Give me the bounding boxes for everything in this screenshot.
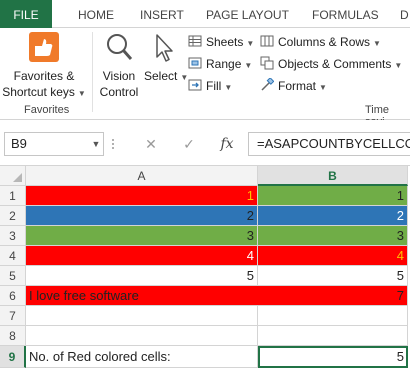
- column-header-a[interactable]: A: [26, 166, 258, 186]
- cell-a3[interactable]: 3: [26, 226, 258, 246]
- cell-b7[interactable]: [258, 306, 408, 326]
- tab-home[interactable]: HOME: [78, 0, 114, 28]
- worksheet-grid: A B 1 1 1 2 2 2 3 3 3 4 4 4 5 5 5 6 I lo…: [0, 166, 410, 377]
- tab-file[interactable]: FILE: [0, 0, 52, 28]
- row-header-5[interactable]: 5: [0, 266, 26, 286]
- cell-b2[interactable]: 2: [258, 206, 408, 226]
- cell-a8[interactable]: [26, 326, 258, 346]
- cell-b5[interactable]: 5: [258, 266, 408, 286]
- cell-a4[interactable]: 4: [26, 246, 258, 266]
- sheets-label: Sheets: [206, 35, 244, 49]
- name-box[interactable]: B9 ▼: [4, 132, 104, 156]
- select-label: Select: [144, 69, 178, 83]
- cell-b8[interactable]: [258, 326, 408, 346]
- cell-a5[interactable]: 5: [26, 266, 258, 286]
- chevron-down-icon: ▼: [224, 83, 233, 92]
- format-menu-button[interactable]: Format ▼: [260, 76, 327, 96]
- cell-a9[interactable]: No. of Red colored cells:: [26, 346, 258, 368]
- cell-b6[interactable]: 7: [258, 286, 408, 306]
- fill-icon: [188, 78, 202, 92]
- chevron-down-icon: ▼: [246, 39, 255, 48]
- chevron-down-icon: ▼: [394, 61, 403, 70]
- tab-page-layout[interactable]: PAGE LAYOUT: [206, 0, 289, 28]
- row-header-3[interactable]: 3: [0, 226, 26, 246]
- favorites-group-label: Favorites: [24, 104, 70, 116]
- cancel-icon[interactable]: ✕: [140, 132, 162, 156]
- format-brush-icon: [260, 77, 275, 92]
- format-label: Format: [278, 79, 317, 93]
- chevron-down-icon: ▼: [77, 89, 86, 98]
- fill-label: Fill: [206, 79, 222, 93]
- favorites-label-line2: Shortcut keys: [2, 85, 75, 99]
- row-header-2[interactable]: 2: [0, 206, 26, 226]
- row-header-1[interactable]: 1: [0, 186, 26, 206]
- cell-a7[interactable]: [26, 306, 258, 326]
- magnifier-icon: [104, 32, 134, 64]
- select-button[interactable]: Select ▼: [144, 32, 188, 86]
- tab-data[interactable]: D: [400, 0, 409, 28]
- range-icon: [188, 56, 202, 70]
- objects-comments-icon: [260, 56, 274, 70]
- range-label: Range: [206, 57, 242, 71]
- range-menu-button[interactable]: Range ▼: [188, 54, 252, 74]
- cell-b3[interactable]: 3: [258, 226, 408, 246]
- cell-b9[interactable]: 5: [258, 346, 408, 368]
- vision-control-button[interactable]: Vision Control: [96, 32, 142, 100]
- row-header-4[interactable]: 4: [0, 246, 26, 266]
- row-header-6[interactable]: 6: [0, 286, 26, 306]
- favorites-icon: [29, 32, 59, 62]
- columns-rows-menu-button[interactable]: Columns & Rows ▼: [260, 32, 381, 52]
- cell-a6[interactable]: I love free software: [26, 286, 258, 306]
- row-header-9[interactable]: 9: [0, 346, 26, 368]
- favorites-shortcut-keys-button[interactable]: Favorites & Shortcut keys ▼: [2, 32, 86, 102]
- formula-bar: B9 ▼ ✕ ✓ fx =ASAPCOUNTBYCELLCOL: [0, 120, 410, 166]
- vision-label-line1: Vision: [102, 69, 136, 83]
- cell-a1[interactable]: 1: [26, 186, 258, 206]
- group-divider: [92, 32, 93, 112]
- row-header-8[interactable]: 8: [0, 326, 26, 346]
- columns-rows-label: Columns & Rows: [278, 35, 371, 49]
- row-header-7[interactable]: 7: [0, 306, 26, 326]
- tab-formulas[interactable]: FORMULAS: [312, 0, 379, 28]
- cell-b1[interactable]: 1: [258, 186, 408, 206]
- select-all-button[interactable]: [0, 166, 26, 186]
- chevron-down-icon[interactable]: ▼: [89, 133, 103, 155]
- chevron-down-icon: ▼: [244, 61, 253, 70]
- column-header-b[interactable]: B: [258, 166, 408, 186]
- cell-a2[interactable]: 2: [26, 206, 258, 226]
- objects-comments-label: Objects & Comments: [278, 57, 392, 71]
- chevron-down-icon: ▼: [373, 39, 381, 48]
- columns-rows-icon: [260, 34, 274, 48]
- formula-bar-grip-icon[interactable]: [110, 134, 116, 154]
- tab-insert[interactable]: INSERT: [140, 0, 184, 28]
- ribbon-tab-bar: FILE HOME INSERT PAGE LAYOUT FORMULAS D: [0, 0, 410, 28]
- insert-function-icon[interactable]: fx: [216, 132, 238, 156]
- ribbon: Favorites & Shortcut keys ▼ Favorites Vis…: [0, 28, 410, 128]
- fill-menu-button[interactable]: Fill ▼: [188, 76, 232, 96]
- vision-label-line2: Control: [99, 85, 139, 99]
- objects-comments-menu-button[interactable]: Objects & Comments ▼: [260, 54, 402, 74]
- chevron-down-icon: ▼: [319, 83, 327, 92]
- formula-input[interactable]: =ASAPCOUNTBYCELLCOL: [248, 132, 410, 156]
- name-box-value: B9: [11, 136, 27, 151]
- enter-check-icon[interactable]: ✓: [178, 132, 200, 156]
- favorites-label-line1: Favorites &: [13, 69, 75, 83]
- sheets-menu-button[interactable]: Sheets ▼: [188, 32, 254, 52]
- cell-b4[interactable]: 4: [258, 246, 408, 266]
- sheets-icon: [188, 34, 202, 48]
- cursor-arrow-icon: [151, 32, 175, 64]
